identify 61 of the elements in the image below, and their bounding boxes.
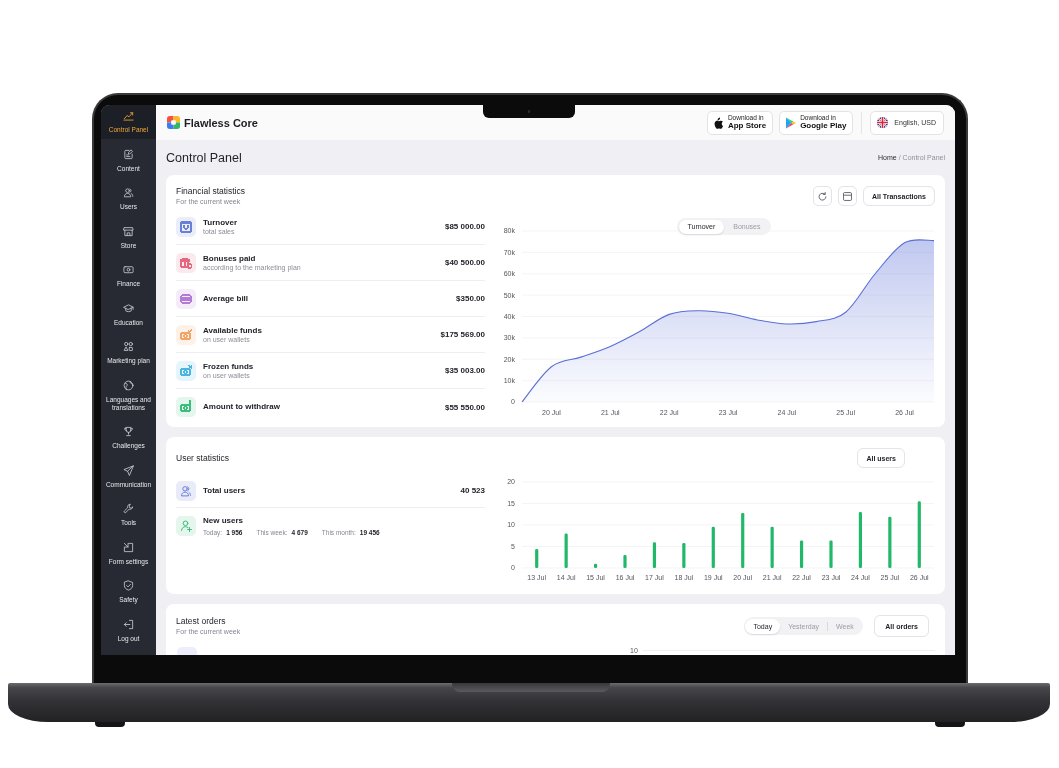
paper-plane-icon: [123, 464, 134, 476]
stat-label: Average bill: [203, 293, 250, 304]
stat-label: Turnover: [203, 217, 239, 228]
bar: [711, 526, 715, 568]
bar: [917, 501, 921, 568]
stat-value: $40 500.00: [444, 258, 485, 267]
laptop-foot: [935, 722, 965, 727]
flag-icon: [877, 117, 889, 128]
stat-value: $55 550.00: [444, 402, 485, 412]
stat-label: New users: [203, 516, 245, 526]
globe-icon: [123, 379, 134, 391]
bar: [770, 526, 774, 568]
refresh-button[interactable]: [812, 186, 832, 206]
stat-value: $35 003.00: [444, 366, 485, 375]
users-icon: [176, 480, 196, 501]
calendar-button[interactable]: [837, 186, 857, 206]
bar: [652, 542, 657, 568]
chart-line-icon: [123, 110, 134, 121]
trophy-icon: [123, 426, 134, 437]
stat-label: Available funds: [203, 325, 263, 336]
bar: [858, 512, 863, 568]
bar: [888, 516, 892, 568]
bar: [535, 549, 539, 568]
stat-label: Frozen funds: [203, 361, 255, 372]
brand-name: Flawless Core: [184, 116, 258, 129]
form-edit-icon: [123, 541, 134, 553]
bar: [682, 543, 686, 568]
bar: [593, 563, 598, 568]
bar: [829, 540, 833, 568]
tile-icon: [177, 647, 197, 655]
refresh-icon: [817, 191, 827, 201]
card-title: Latest orders: [176, 616, 227, 626]
laptop-foot: [95, 722, 125, 727]
users-icon: [123, 187, 134, 198]
banknote-icon: [123, 264, 134, 275]
shapes-icon: [123, 341, 134, 352]
stat-value: $85 000.00: [444, 222, 485, 231]
stat-label: Total users: [203, 485, 247, 496]
card-title: Financial statistics: [176, 186, 246, 196]
bar: [564, 533, 568, 568]
calendar-icon: [842, 191, 852, 201]
document-edit-icon: [123, 148, 134, 160]
page-title: Control Panel: [166, 150, 242, 165]
stat-label: Bonuses paid: [203, 253, 257, 264]
logo-icon: [167, 116, 180, 129]
play-triangle-icon: [786, 116, 797, 129]
shield-check-icon: [123, 580, 134, 591]
bar: [741, 512, 745, 568]
apple-icon: [713, 116, 724, 129]
bar: [623, 555, 627, 568]
user-plus-icon: [176, 516, 196, 536]
stat-label: Amount to withdraw: [203, 402, 281, 412]
stat-value: 40 523: [460, 486, 485, 495]
stat-value: $350.00: [456, 294, 485, 303]
bar: [799, 540, 804, 568]
wrench-icon: [123, 503, 134, 514]
card-title: User statistics: [176, 453, 229, 463]
graduation-cap-icon: [123, 302, 134, 314]
logout-icon: [123, 618, 134, 630]
stat-value: $175 569.00: [440, 330, 485, 339]
store-icon: [123, 225, 134, 237]
